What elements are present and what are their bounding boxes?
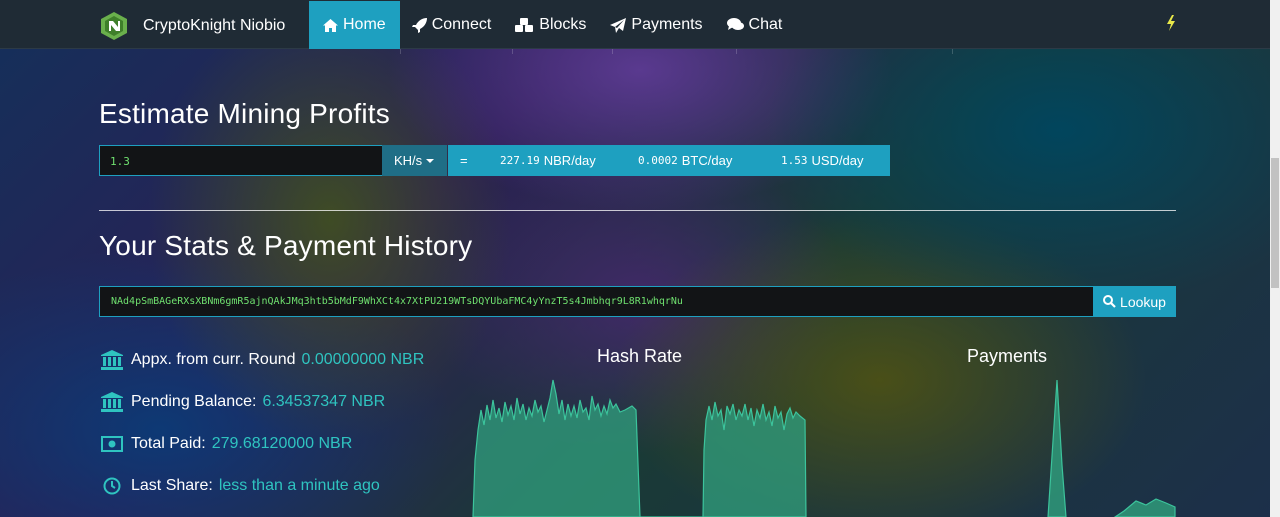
profit-estimator: 1.3 KH/s = 227.19 NBR/day 0.0002 BTC/day… xyxy=(99,145,890,176)
scrollbar-thumb[interactable] xyxy=(1271,158,1279,288)
nav-home[interactable]: Home xyxy=(309,1,400,49)
nav-payments-label: Payments xyxy=(631,16,703,33)
unit-dropdown[interactable]: KH/s xyxy=(382,145,447,176)
btc-estimate: 0.0002 BTC/day xyxy=(638,153,781,168)
address-lookup: NAd4pSmBAGeRXsXBNm6gmR5ajnQAkJMq3htb5bMd… xyxy=(99,286,1176,317)
nav-chat[interactable]: Chat xyxy=(715,1,795,49)
btc-value: 0.0002 xyxy=(638,154,678,167)
wallet-address-input[interactable]: NAd4pSmBAGeRXsXBNm6gmR5ajnQAkJMq3htb5bMd… xyxy=(99,286,1093,317)
stat-label: Total Paid: xyxy=(131,435,206,452)
hash-rate-area xyxy=(472,379,807,517)
stat-total-paid: Total Paid: 279.68120000 NBR xyxy=(101,433,352,455)
hashrate-input[interactable]: 1.3 xyxy=(99,145,382,176)
stat-label: Pending Balance: xyxy=(131,393,257,410)
payments-title: Payments xyxy=(967,346,1048,366)
page-scrollbar[interactable] xyxy=(1270,0,1280,517)
usd-estimate: 1.53 USD/day xyxy=(781,153,864,168)
cubes-icon xyxy=(515,17,534,32)
money-icon xyxy=(101,433,123,455)
nav-connect-label: Connect xyxy=(431,16,492,33)
caret-down-icon xyxy=(426,158,435,163)
lookup-button[interactable]: Lookup xyxy=(1093,286,1176,317)
nbr-estimate: 227.19 NBR/day xyxy=(500,153,638,168)
estimate-result: = 227.19 NBR/day 0.0002 BTC/day 1.53 USD… xyxy=(448,145,890,176)
stat-value: less than a minute ago xyxy=(218,477,380,494)
btc-unit: BTC/day xyxy=(681,153,733,168)
search-icon xyxy=(1103,295,1116,308)
comments-icon xyxy=(726,18,744,30)
brand-name: CryptoKnight Niobio xyxy=(143,17,286,34)
stat-value: 279.68120000 NBR xyxy=(211,435,353,452)
nav-divider xyxy=(952,49,953,54)
section-divider xyxy=(99,210,1176,211)
lookup-label: Lookup xyxy=(1120,293,1166,310)
unit-label: KH/s xyxy=(394,153,423,168)
nbr-unit: NBR/day xyxy=(543,153,596,168)
usd-value: 1.53 xyxy=(781,154,808,167)
hash-rate-sparkline xyxy=(472,379,807,517)
nav-payments[interactable]: Payments xyxy=(598,1,714,49)
niobio-logo-icon xyxy=(101,12,127,40)
clock-icon xyxy=(101,475,123,497)
brand-link[interactable]: CryptoKnight Niobio xyxy=(99,11,285,41)
stat-label: Appx. from curr. Round xyxy=(131,351,296,368)
stat-label: Last Share: xyxy=(131,477,213,494)
equals-sign: = xyxy=(460,153,468,168)
home-icon xyxy=(323,18,338,32)
stats-heading: Your Stats & Payment History xyxy=(99,230,473,261)
paper-plane-icon xyxy=(610,17,627,33)
bolt-icon[interactable] xyxy=(1166,15,1176,31)
bank-icon xyxy=(101,349,123,371)
payment-spike xyxy=(1047,379,1067,517)
nav-divider xyxy=(736,49,737,54)
nav-home-label: Home xyxy=(343,16,386,33)
payments-sparkline xyxy=(1047,379,1176,517)
stat-pending-balance: Pending Balance: 6.34537347 NBR xyxy=(101,391,385,413)
nav-blocks-label: Blocks xyxy=(539,16,587,33)
stat-value: 0.00000000 NBR xyxy=(301,351,425,368)
nav-blocks[interactable]: Blocks xyxy=(503,1,598,49)
main-nav: Home Connect Blocks Payments Chat xyxy=(309,1,794,49)
nav-chat-label: Chat xyxy=(748,16,783,33)
nav-divider xyxy=(612,49,613,54)
nav-connect[interactable]: Connect xyxy=(400,1,504,49)
nbr-value: 227.19 xyxy=(500,154,540,167)
stat-current-round: Appx. from curr. Round 0.00000000 NBR xyxy=(101,349,424,371)
hash-rate-title: Hash Rate xyxy=(597,346,683,366)
payment-tail xyxy=(1113,498,1176,517)
stat-last-share: Last Share: less than a minute ago xyxy=(101,475,380,497)
usd-unit: USD/day xyxy=(811,153,864,168)
nav-divider xyxy=(400,49,401,54)
bank-icon xyxy=(101,391,123,413)
nav-divider xyxy=(512,49,513,54)
rocket-icon xyxy=(411,17,427,33)
stat-value: 6.34537347 NBR xyxy=(262,393,386,410)
estimate-heading: Estimate Mining Profits xyxy=(99,98,390,129)
top-navbar: CryptoKnight Niobio Home Connect Blocks … xyxy=(0,0,1270,49)
